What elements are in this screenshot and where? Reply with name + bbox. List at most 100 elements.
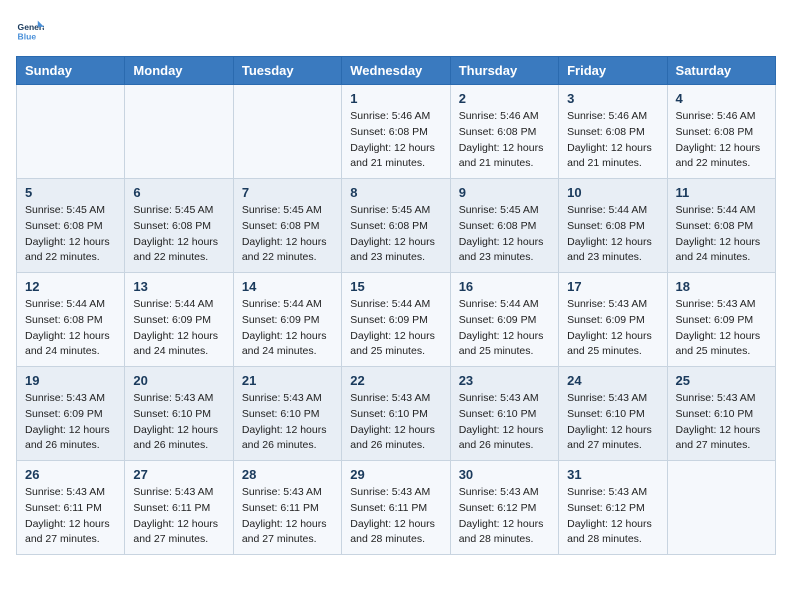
day-number: 10 <box>567 185 658 200</box>
calendar-cell: 20 Sunrise: 5:43 AMSunset: 6:10 PMDayligh… <box>125 367 233 461</box>
day-number: 31 <box>567 467 658 482</box>
calendar-cell <box>667 461 775 555</box>
calendar-cell: 21 Sunrise: 5:43 AMSunset: 6:10 PMDayligh… <box>233 367 341 461</box>
day-number: 20 <box>133 373 224 388</box>
day-info: Sunrise: 5:43 AMSunset: 6:10 PMDaylight:… <box>567 391 658 454</box>
day-info: Sunrise: 5:44 AMSunset: 6:09 PMDaylight:… <box>133 297 224 360</box>
day-info: Sunrise: 5:43 AMSunset: 6:10 PMDaylight:… <box>242 391 333 454</box>
day-number: 30 <box>459 467 550 482</box>
day-number: 27 <box>133 467 224 482</box>
day-info: Sunrise: 5:43 AMSunset: 6:10 PMDaylight:… <box>350 391 441 454</box>
day-number: 23 <box>459 373 550 388</box>
day-info: Sunrise: 5:43 AMSunset: 6:10 PMDaylight:… <box>676 391 767 454</box>
day-number: 1 <box>350 91 441 106</box>
day-info: Sunrise: 5:46 AMSunset: 6:08 PMDaylight:… <box>567 109 658 172</box>
calendar-cell: 23 Sunrise: 5:43 AMSunset: 6:10 PMDayligh… <box>450 367 558 461</box>
day-number: 15 <box>350 279 441 294</box>
day-info: Sunrise: 5:43 AMSunset: 6:09 PMDaylight:… <box>676 297 767 360</box>
day-info: Sunrise: 5:44 AMSunset: 6:08 PMDaylight:… <box>676 203 767 266</box>
day-number: 18 <box>676 279 767 294</box>
day-number: 26 <box>25 467 116 482</box>
header: General Blue <box>16 16 776 44</box>
svg-text:Blue: Blue <box>18 31 37 41</box>
calendar-cell: 25 Sunrise: 5:43 AMSunset: 6:10 PMDayligh… <box>667 367 775 461</box>
day-info: Sunrise: 5:43 AMSunset: 6:12 PMDaylight:… <box>459 485 550 548</box>
calendar-cell: 15 Sunrise: 5:44 AMSunset: 6:09 PMDayligh… <box>342 273 450 367</box>
header-day-saturday: Saturday <box>667 57 775 85</box>
day-number: 19 <box>25 373 116 388</box>
day-info: Sunrise: 5:43 AMSunset: 6:11 PMDaylight:… <box>242 485 333 548</box>
calendar-cell: 27 Sunrise: 5:43 AMSunset: 6:11 PMDayligh… <box>125 461 233 555</box>
week-row: 5 Sunrise: 5:45 AMSunset: 6:08 PMDaylight… <box>17 179 776 273</box>
day-info: Sunrise: 5:44 AMSunset: 6:09 PMDaylight:… <box>350 297 441 360</box>
day-info: Sunrise: 5:46 AMSunset: 6:08 PMDaylight:… <box>459 109 550 172</box>
day-number: 11 <box>676 185 767 200</box>
week-row: 12Sunrise: 5:44 AMSunset: 6:08 PMDayligh… <box>17 273 776 367</box>
calendar-cell: 3 Sunrise: 5:46 AMSunset: 6:08 PMDaylight… <box>559 85 667 179</box>
day-info: Sunrise: 5:45 AMSunset: 6:08 PMDaylight:… <box>350 203 441 266</box>
day-number: 5 <box>25 185 116 200</box>
calendar-cell: 31 Sunrise: 5:43 AMSunset: 6:12 PMDayligh… <box>559 461 667 555</box>
calendar-cell: 13Sunrise: 5:44 AMSunset: 6:09 PMDayligh… <box>125 273 233 367</box>
calendar-cell: 24Sunrise: 5:43 AMSunset: 6:10 PMDayligh… <box>559 367 667 461</box>
day-number: 16 <box>459 279 550 294</box>
calendar-cell: 30 Sunrise: 5:43 AMSunset: 6:12 PMDayligh… <box>450 461 558 555</box>
day-info: Sunrise: 5:43 AMSunset: 6:11 PMDaylight:… <box>133 485 224 548</box>
calendar-cell <box>233 85 341 179</box>
day-info: Sunrise: 5:43 AMSunset: 6:12 PMDaylight:… <box>567 485 658 548</box>
calendar-cell: 29Sunrise: 5:43 AMSunset: 6:11 PMDayligh… <box>342 461 450 555</box>
header-day-sunday: Sunday <box>17 57 125 85</box>
day-number: 12 <box>25 279 116 294</box>
day-number: 22 <box>350 373 441 388</box>
calendar-cell: 2Sunrise: 5:46 AMSunset: 6:08 PMDaylight… <box>450 85 558 179</box>
day-number: 29 <box>350 467 441 482</box>
calendar-header: SundayMondayTuesdayWednesdayThursdayFrid… <box>17 57 776 85</box>
day-info: Sunrise: 5:45 AMSunset: 6:08 PMDaylight:… <box>133 203 224 266</box>
calendar-cell: 16 Sunrise: 5:44 AMSunset: 6:09 PMDayligh… <box>450 273 558 367</box>
calendar-cell: 18 Sunrise: 5:43 AMSunset: 6:09 PMDayligh… <box>667 273 775 367</box>
header-day-monday: Monday <box>125 57 233 85</box>
calendar-cell: 1 Sunrise: 5:46 AMSunset: 6:08 PMDaylight… <box>342 85 450 179</box>
header-day-wednesday: Wednesday <box>342 57 450 85</box>
day-number: 17 <box>567 279 658 294</box>
calendar-cell: 14 Sunrise: 5:44 AMSunset: 6:09 PMDayligh… <box>233 273 341 367</box>
day-number: 3 <box>567 91 658 106</box>
day-info: Sunrise: 5:43 AMSunset: 6:10 PMDaylight:… <box>459 391 550 454</box>
calendar-cell: 26 Sunrise: 5:43 AMSunset: 6:11 PMDayligh… <box>17 461 125 555</box>
day-number: 4 <box>676 91 767 106</box>
day-number: 7 <box>242 185 333 200</box>
day-info: Sunrise: 5:45 AMSunset: 6:08 PMDaylight:… <box>242 203 333 266</box>
day-info: Sunrise: 5:45 AMSunset: 6:08 PMDaylight:… <box>25 203 116 266</box>
calendar-cell <box>17 85 125 179</box>
logo-icon: General Blue <box>16 16 44 44</box>
day-info: Sunrise: 5:44 AMSunset: 6:08 PMDaylight:… <box>567 203 658 266</box>
day-number: 21 <box>242 373 333 388</box>
calendar-cell <box>125 85 233 179</box>
calendar-cell: 6 Sunrise: 5:45 AMSunset: 6:08 PMDaylight… <box>125 179 233 273</box>
calendar-body: 1 Sunrise: 5:46 AMSunset: 6:08 PMDaylight… <box>17 85 776 555</box>
day-number: 9 <box>459 185 550 200</box>
calendar-cell: 8Sunrise: 5:45 AMSunset: 6:08 PMDaylight… <box>342 179 450 273</box>
calendar-cell: 7 Sunrise: 5:45 AMSunset: 6:08 PMDaylight… <box>233 179 341 273</box>
day-info: Sunrise: 5:43 AMSunset: 6:10 PMDaylight:… <box>133 391 224 454</box>
day-info: Sunrise: 5:46 AMSunset: 6:08 PMDaylight:… <box>350 109 441 172</box>
header-day-thursday: Thursday <box>450 57 558 85</box>
calendar-cell: 4Sunrise: 5:46 AMSunset: 6:08 PMDaylight… <box>667 85 775 179</box>
calendar-cell: 11 Sunrise: 5:44 AMSunset: 6:08 PMDayligh… <box>667 179 775 273</box>
day-info: Sunrise: 5:44 AMSunset: 6:09 PMDaylight:… <box>242 297 333 360</box>
day-info: Sunrise: 5:43 AMSunset: 6:09 PMDaylight:… <box>567 297 658 360</box>
day-number: 14 <box>242 279 333 294</box>
day-info: Sunrise: 5:44 AMSunset: 6:09 PMDaylight:… <box>459 297 550 360</box>
day-info: Sunrise: 5:43 AMSunset: 6:11 PMDaylight:… <box>25 485 116 548</box>
day-info: Sunrise: 5:43 AMSunset: 6:09 PMDaylight:… <box>25 391 116 454</box>
calendar-cell: 28 Sunrise: 5:43 AMSunset: 6:11 PMDayligh… <box>233 461 341 555</box>
header-day-friday: Friday <box>559 57 667 85</box>
day-info: Sunrise: 5:45 AMSunset: 6:08 PMDaylight:… <box>459 203 550 266</box>
week-row: 19 Sunrise: 5:43 AMSunset: 6:09 PMDayligh… <box>17 367 776 461</box>
calendar-cell: 19 Sunrise: 5:43 AMSunset: 6:09 PMDayligh… <box>17 367 125 461</box>
header-day-tuesday: Tuesday <box>233 57 341 85</box>
day-number: 6 <box>133 185 224 200</box>
week-row: 26 Sunrise: 5:43 AMSunset: 6:11 PMDayligh… <box>17 461 776 555</box>
day-number: 25 <box>676 373 767 388</box>
day-number: 28 <box>242 467 333 482</box>
